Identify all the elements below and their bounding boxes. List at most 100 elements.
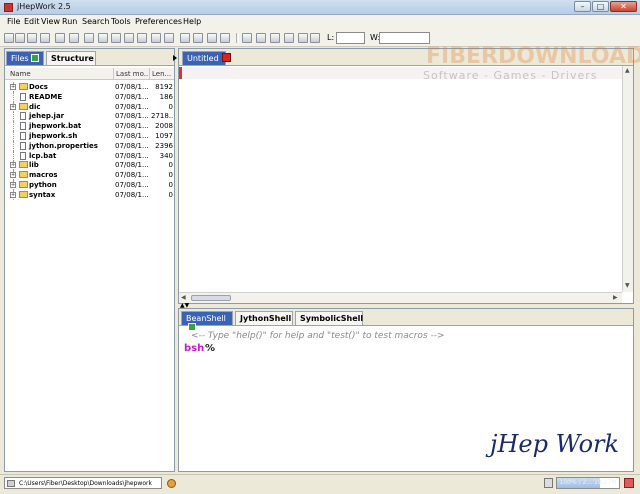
file-size: 0 (168, 181, 173, 189)
column-last-modified[interactable]: Last mo... (116, 70, 150, 78)
minimize-button[interactable]: – (574, 1, 591, 12)
file-list-item[interactable]: + macros 07/08/1... 0 (5, 170, 174, 181)
column-length[interactable]: Len... (152, 70, 171, 78)
close-button[interactable]: ✕ (610, 1, 637, 12)
shell-refresh-icon[interactable] (188, 323, 196, 331)
menu-edit[interactable]: Edit (24, 17, 40, 26)
menu-run[interactable]: Run (62, 17, 77, 26)
cut-icon[interactable] (164, 33, 174, 43)
tool-4-icon[interactable] (284, 33, 294, 43)
open-file-icon[interactable] (15, 33, 25, 43)
undo-icon[interactable] (98, 33, 108, 43)
tab-jythonshell[interactable]: JythonShell (235, 311, 293, 325)
file-list-item[interactable]: jhepwork.bat 07/08/1... 2008 (5, 121, 174, 132)
tab-untitled-label: Untitled (187, 54, 219, 63)
scroll-left-icon[interactable]: ◀ (181, 294, 186, 301)
paste-icon[interactable] (180, 33, 190, 43)
file-date: 07/08/1... (115, 181, 149, 189)
file-date: 07/08/1... (115, 132, 149, 140)
file-size: 2008 (155, 122, 173, 131)
expand-icon[interactable]: + (10, 172, 16, 179)
file-list-item[interactable]: + dic 07/08/1... 0 (5, 101, 174, 112)
menu-search[interactable]: Search (82, 17, 109, 26)
column-separator[interactable] (113, 68, 114, 80)
file-name: jehep.jar (29, 112, 65, 121)
expand-icon[interactable]: + (10, 182, 16, 188)
column-separator[interactable] (149, 68, 150, 80)
print-icon[interactable] (69, 33, 79, 43)
check-icon[interactable] (220, 33, 230, 43)
file-list-item[interactable]: jhepwork.sh 07/08/1... 1097 (5, 131, 174, 141)
tab-list-arrow-icon[interactable] (173, 55, 177, 61)
tool-5-icon[interactable] (298, 33, 308, 43)
scroll-down-icon[interactable]: ▼ (625, 282, 630, 289)
tool-1-icon[interactable] (242, 33, 252, 43)
expand-icon[interactable]: + (10, 162, 16, 169)
expand-icon[interactable]: + (10, 84, 16, 90)
menu-file[interactable]: File (7, 17, 20, 26)
file-list-item[interactable]: lcp.bat 07/08/1... 340 (5, 150, 174, 161)
file-size: 8192 (155, 83, 173, 91)
tab-files[interactable]: Files (6, 51, 44, 65)
file-list-item[interactable]: jython.properties 07/08/1... 2396 (5, 140, 174, 151)
find-next-icon[interactable] (137, 33, 147, 43)
file-list-item[interactable]: + syntax 07/08/1... 0 (5, 189, 174, 200)
tab-structure[interactable]: Structure (46, 51, 96, 65)
file-name: jhepwork.bat (29, 122, 82, 131)
copy-icon[interactable] (151, 33, 161, 43)
zoom-icon[interactable] (207, 33, 217, 43)
editor-vertical-scrollbar[interactable]: ▲ ▼ (622, 66, 633, 292)
current-path-field[interactable]: C:\Users\Fiber\Desktop\Downloads\jhepwor… (4, 477, 162, 489)
folder-icon (19, 161, 28, 169)
scroll-right-icon[interactable]: ▶ (613, 294, 618, 301)
line-field[interactable] (336, 32, 365, 44)
refresh-icon[interactable] (30, 54, 39, 62)
menu-bar: File Edit View Run Search Tools Preferen… (0, 15, 640, 29)
expand-icon[interactable]: + (10, 191, 16, 198)
menu-view[interactable]: View (41, 17, 60, 26)
run-icon[interactable] (193, 33, 203, 43)
find-icon[interactable] (124, 33, 134, 43)
tool-2-icon[interactable] (256, 33, 266, 43)
expand-icon[interactable]: + (10, 103, 16, 110)
file-list-item[interactable]: + Docs 07/08/1... 8192 (5, 82, 174, 92)
redo-icon[interactable] (111, 33, 121, 43)
save-as-icon[interactable] (40, 33, 50, 43)
file-name: syntax (29, 190, 56, 199)
tree-line (13, 121, 14, 132)
new-file-icon[interactable] (4, 33, 14, 43)
shell-prompt-symbol[interactable]: % (205, 343, 215, 354)
tab-symbolicshell[interactable]: SymbolicShell (295, 311, 363, 325)
maximize-button[interactable]: □ (592, 1, 609, 12)
width-field[interactable] (379, 32, 430, 44)
status-icon[interactable] (167, 479, 176, 488)
file-size: 0 (168, 161, 173, 170)
close-tab-icon[interactable] (222, 53, 231, 62)
menu-preferences[interactable]: Preferences (135, 17, 182, 26)
folder-icon (19, 190, 28, 198)
tab-untitled[interactable]: Untitled (182, 51, 226, 65)
close-file-icon[interactable] (55, 33, 65, 43)
file-list-item[interactable]: README 07/08/1... 186 (5, 91, 174, 102)
print-preview-icon[interactable] (84, 33, 94, 43)
tool-6-icon[interactable] (310, 33, 320, 43)
file-icon (20, 112, 26, 121)
file-list-item[interactable]: + python 07/08/1... 0 (5, 180, 174, 190)
tab-beanshell[interactable]: BeanShell (181, 311, 233, 331)
tree-line (13, 111, 14, 122)
tool-3-icon[interactable] (270, 33, 280, 43)
tree-line (13, 91, 14, 102)
folder-icon (19, 83, 28, 90)
horizontal-scroll-thumb[interactable] (191, 295, 231, 301)
file-list-item[interactable]: + lib 07/08/1... 0 (5, 160, 174, 171)
lock-icon[interactable] (544, 478, 553, 488)
menu-help[interactable]: Help (183, 17, 201, 26)
file-size: 1097 (155, 132, 173, 140)
garbage-collect-icon[interactable] (624, 478, 634, 488)
save-icon[interactable] (27, 33, 37, 43)
column-name[interactable]: Name (10, 70, 31, 78)
menu-tools[interactable]: Tools (111, 17, 131, 26)
file-list-item[interactable]: jehep.jar 07/08/1...2718... (5, 111, 174, 122)
editor-horizontal-scrollbar[interactable]: ◀ ▶ (179, 292, 622, 303)
window-title: jHepWork 2.5 (17, 2, 71, 11)
